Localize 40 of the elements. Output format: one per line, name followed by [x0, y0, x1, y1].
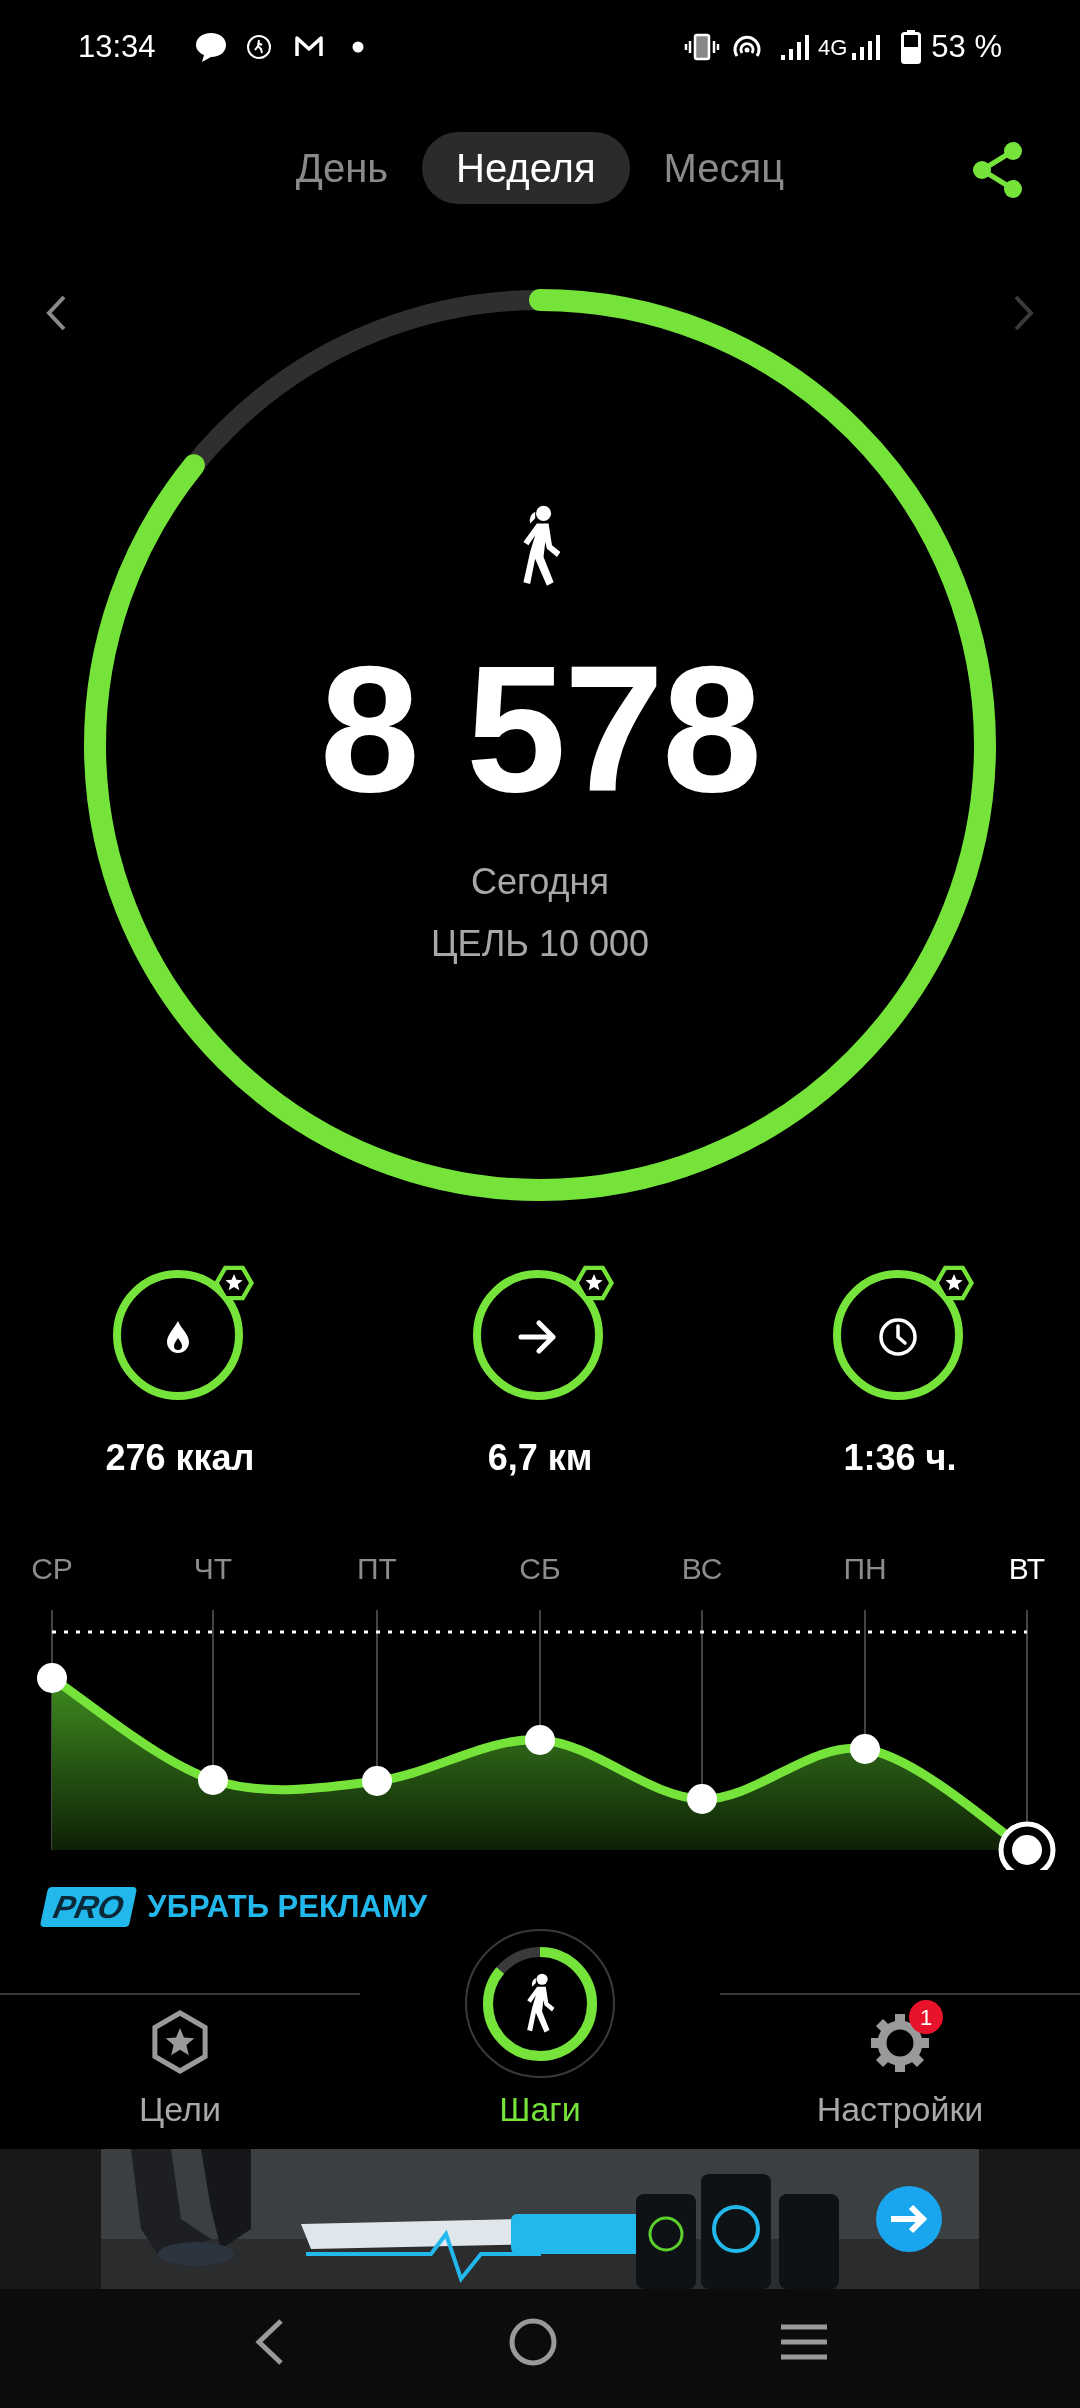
stat-value: 1:36 ч.	[843, 1436, 957, 1480]
data-point	[198, 1765, 228, 1795]
weekday-label[interactable]: ВС	[681, 1546, 723, 1591]
period-tab[interactable]: День	[275, 132, 409, 204]
weekday-label[interactable]: ПТ	[357, 1546, 397, 1591]
data-point	[687, 1784, 717, 1814]
weekday-label[interactable]: ВТ	[1008, 1546, 1046, 1591]
battery-icon	[901, 30, 922, 64]
network-type: 4G	[817, 33, 848, 62]
notification-badge: 1	[909, 2000, 943, 2034]
arrow-right-icon	[518, 1320, 558, 1354]
data-point	[362, 1766, 392, 1796]
weekday-label[interactable]: ПН	[843, 1546, 887, 1591]
signal-icon	[779, 33, 812, 61]
dot-icon	[351, 41, 364, 53]
chat-icon	[193, 31, 228, 63]
battery-level: 53 %	[931, 27, 1002, 66]
clock-icon	[878, 1317, 918, 1357]
walker-badge-icon	[245, 34, 272, 60]
step-count: 8 578	[319, 639, 761, 819]
period-tab[interactable]: Месяц	[643, 132, 805, 204]
data-point	[850, 1734, 880, 1764]
weekday-label[interactable]: СР	[31, 1546, 73, 1591]
clock-time: 13:34	[78, 27, 156, 66]
flame-icon	[165, 1320, 191, 1354]
stat-value: 276 ккал	[105, 1436, 255, 1480]
nav-tab[interactable]: 1 Настройки	[720, 1995, 1080, 2149]
current-point	[998, 1821, 1056, 1870]
mail-icon	[293, 35, 324, 59]
weekday-label[interactable]: СБ	[519, 1546, 561, 1591]
goal-label: ЦЕЛЬ 10 000	[431, 922, 649, 966]
data-point	[525, 1725, 555, 1755]
period-tab[interactable]: Неделя	[422, 132, 630, 204]
weekday-label[interactable]: ЧТ	[193, 1546, 233, 1591]
data-point	[37, 1663, 67, 1693]
home-icon[interactable]	[508, 2316, 558, 2367]
vibrate-icon	[683, 33, 720, 61]
period-caption: Сегодня	[471, 860, 609, 904]
stat-value: 6,7 км	[487, 1436, 593, 1480]
nav-tab[interactable]: Цели	[0, 1995, 360, 2149]
